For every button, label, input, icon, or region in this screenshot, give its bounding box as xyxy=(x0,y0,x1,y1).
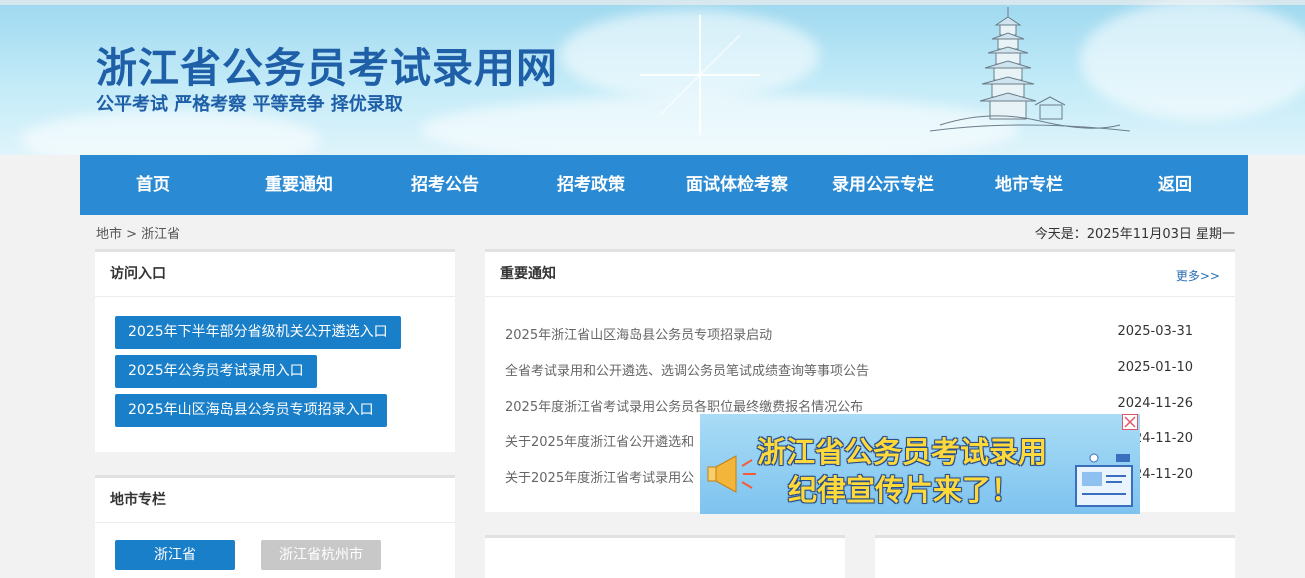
entry-button-provincial-selection[interactable]: 2025年下半年部分省级机关公开遴选入口 xyxy=(115,316,401,349)
monitor-icon xyxy=(1075,453,1133,507)
notice-title[interactable]: 关于2025年度浙江省考试录用公 xyxy=(505,467,694,486)
nav-city-column[interactable]: 地市专栏 xyxy=(956,155,1102,215)
ad-headline: 浙江省公务员考试录用 xyxy=(757,435,1048,469)
notice-date: 2025-03-31 xyxy=(1117,324,1193,339)
nav-home[interactable]: 首页 xyxy=(80,155,226,215)
nav-back[interactable]: 返回 xyxy=(1102,155,1248,215)
list-item[interactable]: 2025年浙江省山区海岛县公务员专项招录启动 2025-03-31 xyxy=(505,324,1193,344)
city-panel-title: 地市专栏 xyxy=(95,478,455,523)
floating-ad-banner[interactable]: 浙江省公务员考试录用 纪律宣传片来了！ xyxy=(700,414,1140,514)
nav-hiring-publicity[interactable]: 录用公示专栏 xyxy=(810,155,956,215)
access-panel-title: 访问入口 xyxy=(95,252,455,297)
main-nav: 首页 重要通知 招考公告 招考政策 面试体检考察 录用公示专栏 地市专栏 返回 xyxy=(80,155,1248,215)
today-date: 今天是：2025年11月03日 星期一 xyxy=(1034,227,1235,242)
notice-title[interactable]: 全省考试录用和公开遴选、选调公务员笔试成绩查询等事项公告 xyxy=(505,360,869,379)
site-title: 浙江省公务员考试录用网 xyxy=(96,44,558,92)
breadcrumb: 地市 > 浙江省 xyxy=(96,227,181,242)
sparkle-icon xyxy=(640,15,760,135)
nav-interview-exam[interactable]: 面试体检考察 xyxy=(664,155,810,215)
header-cloud xyxy=(20,110,320,155)
site-slogan: 公平考试 严格考察 平等竞争 择优录取 xyxy=(96,94,403,115)
megaphone-icon xyxy=(707,455,756,493)
lower-right-panel xyxy=(875,535,1235,578)
list-item[interactable]: 2025年度浙江省考试录用公务员各职位最终缴费报名情况公布 2024-11-26 xyxy=(505,396,1193,416)
notice-date: 2024-11-26 xyxy=(1117,396,1193,411)
nav-recruitment-announcements[interactable]: 招考公告 xyxy=(372,155,518,215)
nav-recruitment-policies[interactable]: 招考政策 xyxy=(518,155,664,215)
city-panel: 地市专栏 浙江省 浙江省杭州市 xyxy=(95,475,455,578)
pagoda-icon xyxy=(930,7,1130,132)
site-header: 浙江省公务员考试录用网 公平考试 严格考察 平等竞争 择优录取 xyxy=(0,0,1305,155)
notice-title[interactable]: 关于2025年度浙江省公开遴选和 xyxy=(505,431,694,450)
entry-button-civil-servant-exam[interactable]: 2025年公务员考试录用入口 xyxy=(115,355,317,388)
city-button-zhejiang[interactable]: 浙江省 xyxy=(115,540,235,570)
entry-button-mountain-island-recruit[interactable]: 2025年山区海岛县公务员专项招录入口 xyxy=(115,394,387,427)
ad-subheadline: 纪律宣传片来了！ xyxy=(788,473,1021,507)
notices-more-link[interactable]: 更多>> xyxy=(1176,254,1220,298)
notice-title[interactable]: 2025年浙江省山区海岛县公务员专项招录启动 xyxy=(505,324,772,343)
ad-close-icon[interactable] xyxy=(1122,414,1138,430)
notices-panel-header: 重要通知 更多>> xyxy=(485,252,1235,297)
lower-left-panel xyxy=(485,535,845,578)
nav-important-notices[interactable]: 重要通知 xyxy=(226,155,372,215)
notice-title[interactable]: 2025年度浙江省考试录用公务员各职位最终缴费报名情况公布 xyxy=(505,396,863,415)
list-item[interactable]: 全省考试录用和公开遴选、选调公务员笔试成绩查询等事项公告 2025-01-10 xyxy=(505,360,1193,380)
city-button-hangzhou[interactable]: 浙江省杭州市 xyxy=(261,540,381,570)
notice-date: 2025-01-10 xyxy=(1117,360,1193,375)
notices-panel-title: 重要通知 xyxy=(500,266,556,282)
access-panel: 访问入口 2025年下半年部分省级机关公开遴选入口 2025年公务员考试录用入口… xyxy=(95,249,455,452)
